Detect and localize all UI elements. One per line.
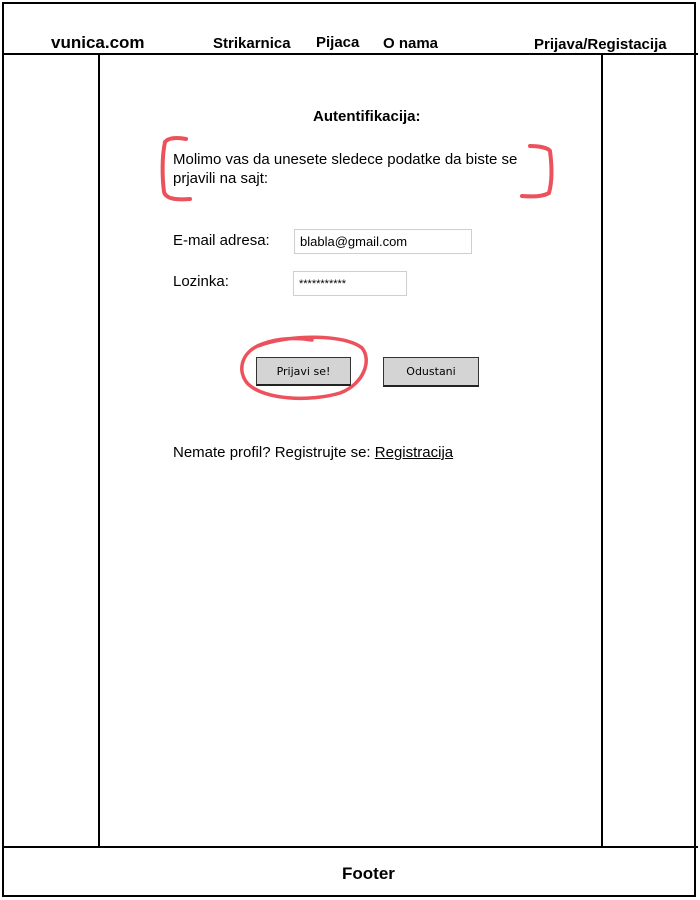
page-title: Autentifikacija: [313, 108, 421, 125]
header-divider [2, 53, 698, 55]
site-logo[interactable]: vunica.com [51, 33, 145, 53]
footer-label: Footer [342, 864, 395, 883]
register-prompt-text: Nemate profil? Registrujte se: [173, 444, 375, 461]
register-link[interactable]: Registracija [375, 444, 453, 461]
nav-link-prijava-registacija[interactable]: Prijava/Registacija [534, 36, 667, 53]
password-label: Lozinka: [173, 273, 229, 290]
instruction-text: Molimo vas da unesete sledece podatke da… [173, 151, 518, 187]
password-field[interactable] [293, 271, 407, 296]
right-column-divider [601, 54, 603, 847]
login-button[interactable]: Prijavi se! [256, 357, 351, 386]
nav-link-pijaca[interactable]: Pijaca [316, 34, 359, 51]
cancel-button[interactable]: Odustani [383, 357, 479, 387]
footer-divider [2, 846, 698, 848]
nav-link-o-nama[interactable]: O nama [383, 35, 438, 52]
left-column-divider [98, 54, 100, 847]
email-label: E-mail adresa: [173, 232, 270, 249]
nav-link-strikarnica[interactable]: Strikarnica [213, 35, 291, 52]
email-field[interactable] [294, 229, 472, 254]
register-prompt: Nemate profil? Registrujte se: Registrac… [173, 444, 453, 461]
